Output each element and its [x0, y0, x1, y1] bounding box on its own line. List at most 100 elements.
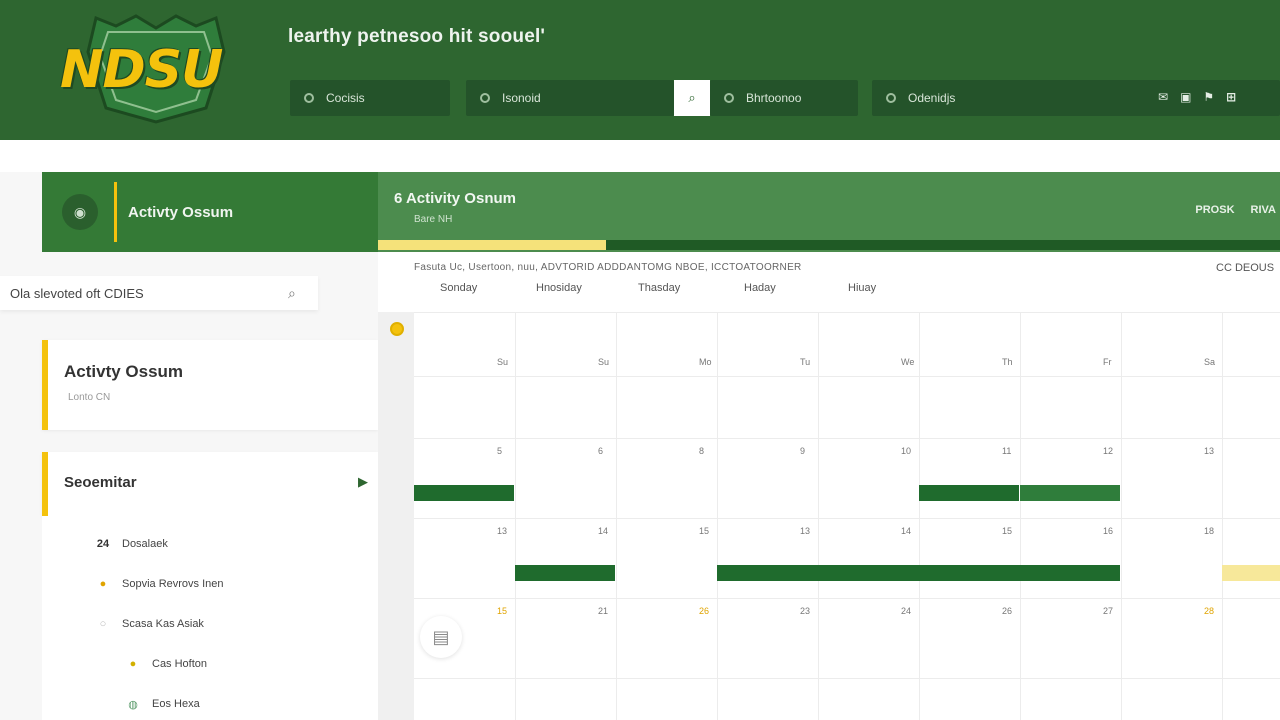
calendar-breadcrumb: Fasuta Uc, Usertoon, nuu, ADVTORID ADDDA… — [414, 262, 802, 273]
grid-line — [414, 598, 1280, 599]
calendar-day-number[interactable]: 23 — [800, 606, 810, 616]
activity-card-subtitle: Lonto CN — [68, 392, 111, 403]
calendar-day-number[interactable]: 15 — [699, 526, 709, 536]
calendar-day-number[interactable]: 5 — [497, 446, 502, 456]
calendar-day-number[interactable]: 16 — [1103, 526, 1113, 536]
nav-label: Isonoid — [502, 91, 541, 105]
calendar-day-number[interactable]: 14 — [901, 526, 911, 536]
sidebar-item-label: Scasa Kas Asiak — [122, 618, 204, 630]
calendar-list-icon[interactable]: ▤ — [420, 616, 462, 658]
calendar-day-number[interactable]: 21 — [598, 606, 608, 616]
calendar-event-bar[interactable] — [1020, 485, 1120, 501]
sidebar-list — [42, 516, 378, 720]
course-subtitle: Bare NH — [414, 214, 453, 225]
calendar-day-number[interactable]: 26 — [699, 606, 709, 616]
inbox-icon[interactable]: ▣ — [1180, 90, 1191, 104]
course-actions: PROSK RIVA — [1195, 204, 1276, 216]
today-marker-icon[interactable] — [390, 322, 404, 336]
nav-label: Cocisis — [326, 91, 365, 105]
sidebar-item-reviews[interactable]: ● Sopvia Revrovs Inen — [96, 577, 224, 591]
number-icon: 24 — [96, 538, 110, 550]
sidebar-item-dashboard[interactable]: 24 Dosalaek — [96, 537, 168, 551]
sidebar-item-label: Cas Hofton — [152, 658, 208, 670]
calendar-day-number[interactable]: 13 — [497, 526, 507, 536]
calendar-day-number[interactable]: Su — [497, 357, 508, 367]
nav-item-browse[interactable]: Bhrtoonoo — [710, 80, 858, 116]
calendar-day-number[interactable]: 6 — [598, 446, 603, 456]
calendar-day-number[interactable]: Tu — [800, 357, 810, 367]
active-tab-indicator[interactable] — [378, 240, 606, 250]
calendar-event-bar[interactable] — [717, 565, 1120, 581]
calendar-day-number[interactable]: 13 — [800, 526, 810, 536]
grid-line — [414, 438, 1280, 439]
calendar-day-number[interactable]: 27 — [1103, 606, 1113, 616]
calendar-icon — [886, 93, 896, 103]
circle-icon: ○ — [99, 618, 107, 630]
sidebar-item-label: Sopvia Revrovs Inen — [122, 578, 224, 590]
course-badge-icon: ◉ — [62, 194, 98, 230]
weekday-tab[interactable]: Hiuay — [848, 282, 876, 294]
mail-icon[interactable]: ✉ — [1158, 90, 1168, 104]
calendar-event-bar[interactable] — [919, 485, 1019, 501]
search-icon[interactable]: ⌕ — [288, 285, 296, 302]
sidebar-item-tasks[interactable]: ○ Scasa Kas Asiak — [96, 617, 204, 631]
nav-item-courses[interactable]: Cocisis — [290, 80, 450, 116]
calendar-day-number[interactable]: Su — [598, 357, 609, 367]
semester-card[interactable]: Seoemitar ▶ — [42, 452, 378, 516]
sidebar-search: ⌕ — [0, 276, 318, 310]
calendar-day-number[interactable]: Fr — [1103, 357, 1112, 367]
sidebar-item-label: Eos Hexa — [152, 698, 200, 710]
header-spacer — [0, 140, 1280, 172]
calendar-day-number[interactable]: 15 — [497, 606, 507, 616]
calendar-day-number[interactable]: 26 — [1002, 606, 1012, 616]
globe-icon: ◍ — [128, 698, 138, 711]
grid-line — [717, 312, 718, 720]
sidebar-search-input[interactable] — [10, 285, 280, 301]
course-action-button[interactable]: RIVA — [1251, 204, 1276, 216]
calendar-day-number[interactable]: 12 — [1103, 446, 1113, 456]
calendar-day-number[interactable]: Mo — [699, 357, 712, 367]
dot-icon: ● — [129, 658, 137, 670]
dot-icon: ● — [99, 578, 107, 590]
course-action-button[interactable]: PROSK — [1195, 204, 1234, 216]
weekday-tab[interactable]: Hnosiday — [536, 282, 582, 294]
calendar-range[interactable]: CC DEOUS — [1216, 262, 1274, 274]
search-icon — [480, 93, 490, 103]
search-button[interactable]: ⌕ — [674, 80, 710, 116]
calendar-day-number[interactable]: 11 — [1002, 446, 1011, 456]
apps-icon[interactable]: ⊞ — [1226, 90, 1236, 104]
calendar-day-number[interactable]: Sa — [1204, 357, 1215, 367]
header-icon-group: ✉ ▣ ⚑ ⊞ — [1158, 90, 1236, 104]
sidebar-item-extra[interactable]: ◍ Eos Hexa — [126, 697, 200, 711]
calendar-day-number[interactable]: 9 — [800, 446, 805, 456]
calendar-event-bar[interactable] — [515, 565, 615, 581]
weekday-tab[interactable]: Sonday — [440, 282, 477, 294]
nav-item-search[interactable]: Isonoid — [466, 80, 674, 116]
calendar-day-number[interactable]: 10 — [901, 446, 911, 456]
flag-icon[interactable]: ⚑ — [1203, 90, 1214, 104]
calendar-day-number[interactable]: We — [901, 357, 914, 367]
calendar-day-number[interactable]: 14 — [598, 526, 608, 536]
calendar-day-number[interactable]: Th — [1002, 357, 1013, 367]
home-icon — [304, 93, 314, 103]
sidebar-item-label: Dosalaek — [122, 538, 168, 550]
grid-icon — [724, 93, 734, 103]
activity-card[interactable]: Activty Ossum Lonto CN — [42, 340, 378, 430]
calendar-day-number[interactable]: 28 — [1204, 606, 1214, 616]
calendar-day-number[interactable]: 13 — [1204, 446, 1214, 456]
calendar-event-bar[interactable] — [1222, 565, 1280, 581]
calendar-day-number[interactable]: 8 — [699, 446, 704, 456]
calendar-day-number[interactable]: 24 — [901, 606, 911, 616]
grid-line — [1222, 312, 1223, 720]
calendar-rail — [378, 312, 414, 720]
calendar-day-number[interactable]: 15 — [1002, 526, 1012, 536]
site-title: learthy petnesoo hit soouel' — [288, 26, 546, 47]
weekday-tab[interactable]: Thasday — [638, 282, 680, 294]
weekday-tab[interactable]: Haday — [744, 282, 776, 294]
calendar-event-bar[interactable] — [414, 485, 514, 501]
calendar-day-number[interactable]: 18 — [1204, 526, 1214, 536]
sidebar-item-calendar[interactable]: ● Cas Hofton — [126, 657, 207, 671]
grid-line — [414, 678, 1280, 679]
grid-line — [818, 312, 819, 720]
grid-line — [919, 312, 920, 720]
